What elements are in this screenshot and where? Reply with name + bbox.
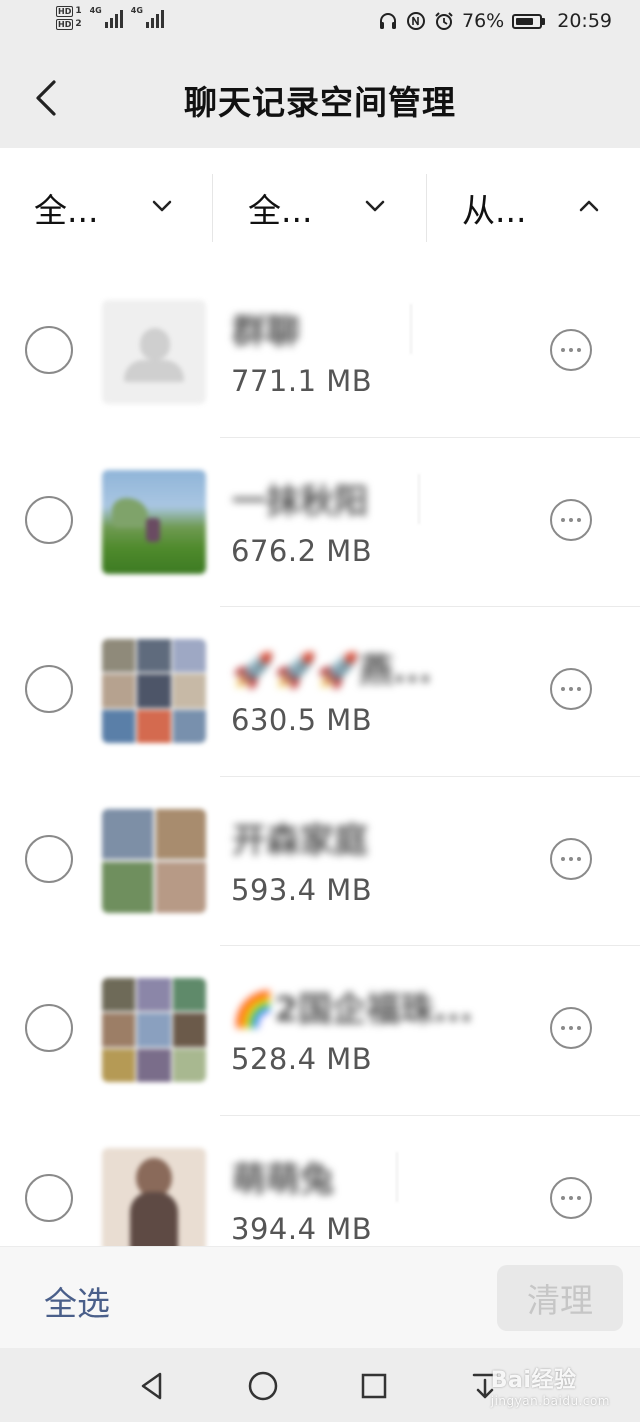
name-separator (410, 304, 412, 354)
avatar (102, 300, 206, 404)
more-options-button[interactable] (550, 498, 592, 541)
chat-name: 🌈2国企福珠... (232, 990, 473, 1030)
chevron-down-icon (365, 200, 385, 212)
more-options-button[interactable] (550, 1007, 592, 1049)
filter-label-3: 从... (462, 191, 527, 230)
filter-label-2: 全... (248, 191, 313, 230)
chat-row[interactable]: 开森家庭 593.4 MB (0, 777, 640, 946)
chat-storage-list: 群聊 771.1 MB 一抹秋阳 676.2 MB 🚀🚀🚀燕... 630.5 … (0, 268, 640, 1246)
avatar (102, 639, 206, 743)
ntc-icon (406, 11, 426, 31)
select-radio[interactable] (25, 1004, 73, 1052)
chat-size: 593.4 MB (231, 872, 373, 907)
name-separator (396, 1151, 398, 1202)
filter-dropdown-2[interactable]: 全... (248, 148, 426, 268)
avatar (102, 978, 206, 1082)
chat-size: 676.2 MB (231, 533, 373, 568)
clean-button-label: 清理 (527, 1281, 593, 1320)
select-radio[interactable] (25, 665, 73, 713)
signal-indicators: HD 1 HD 2 4G 4G (56, 6, 164, 30)
chat-name: 萌萌兔 (232, 1159, 334, 1200)
avatar (102, 469, 206, 574)
filter-dropdown-3[interactable]: 从... (462, 148, 612, 268)
chat-name: 群聊 (232, 312, 300, 352)
sim2-hd-indicator: HD 2 (56, 19, 82, 30)
avatar (102, 808, 206, 913)
filter-divider (212, 174, 213, 242)
home-circle-icon[interactable] (243, 1366, 283, 1406)
battery-percent: 76% (462, 10, 505, 32)
avatar (102, 1147, 206, 1246)
chat-row[interactable]: 一抹秋阳 676.2 MB (0, 438, 640, 607)
name-separator (418, 473, 420, 524)
more-options-button[interactable] (550, 329, 592, 371)
filter-dropdown-1[interactable]: 全... (34, 148, 212, 268)
status-bar: HD 1 HD 2 4G 4G 76% 20:59 (0, 0, 640, 48)
chat-size: 630.5 MB (231, 703, 373, 737)
more-options-button[interactable] (550, 837, 592, 880)
select-radio[interactable] (25, 1173, 73, 1222)
select-radio[interactable] (25, 834, 73, 883)
chat-name: 🚀🚀🚀燕... (232, 651, 432, 691)
sim1-hd-indicator: HD 1 (56, 6, 82, 17)
select-radio[interactable] (25, 326, 73, 374)
recents-square-icon[interactable] (354, 1366, 394, 1406)
chat-row[interactable]: 🚀🚀🚀燕... 630.5 MB (0, 607, 640, 777)
alarm-icon (434, 11, 454, 31)
status-time: 20:59 (557, 10, 612, 32)
clean-button[interactable]: 清理 (497, 1265, 623, 1331)
chat-row[interactable]: 萌萌兔 394.4 MB (0, 1116, 640, 1246)
nav-bar: 聊天记录空间管理 (0, 48, 640, 148)
chat-row[interactable]: 🌈2国企福珠... 528.4 MB (0, 946, 640, 1116)
select-radio[interactable] (25, 495, 73, 544)
chat-row[interactable]: 群聊 771.1 MB (0, 268, 640, 438)
select-all-button[interactable]: 全选 (44, 1277, 110, 1325)
bottom-action-bar: 全选 清理 (0, 1246, 640, 1349)
headphones-icon (378, 11, 398, 31)
filter-bar: 全... 全... 从... (0, 148, 640, 269)
more-options-button[interactable] (550, 1176, 592, 1219)
chat-size: 394.4 MB (231, 1211, 373, 1246)
baidu-watermark: Bai经验 jingyan.baidu.com (490, 1368, 610, 1408)
more-options-button[interactable] (550, 668, 592, 710)
chat-size: 771.1 MB (231, 364, 373, 398)
sim2-signal-icon: 4G (131, 6, 164, 28)
sim1-signal-icon: 4G (90, 6, 123, 28)
chat-name: 一抹秋阳 (232, 481, 368, 522)
back-triangle-icon[interactable] (132, 1366, 172, 1406)
chevron-up-icon (579, 200, 599, 212)
page-title: 聊天记录空间管理 (184, 83, 456, 122)
chat-name: 开森家庭 (232, 820, 368, 861)
chat-size: 528.4 MB (231, 1042, 373, 1076)
filter-label-1: 全... (34, 191, 99, 230)
battery-icon (512, 13, 546, 29)
chevron-down-icon (152, 200, 172, 212)
filter-divider (426, 174, 427, 242)
